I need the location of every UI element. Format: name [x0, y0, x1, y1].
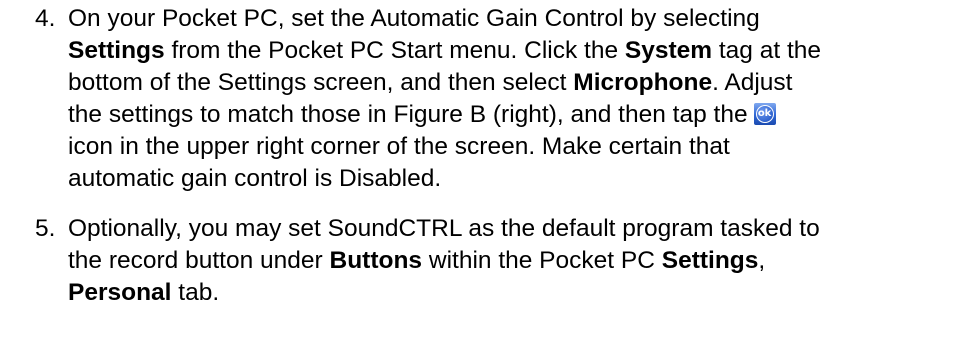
text-run: tag at the	[712, 37, 822, 64]
list-item-text: Optionally, you may set SoundCTRL as the…	[68, 213, 968, 309]
bold-term: Settings	[661, 247, 759, 274]
text-run: from the Pocket PC Start menu. Click the	[164, 37, 625, 64]
text-run: bottom of the Settings screen, and then …	[68, 69, 574, 96]
text-line: Optionally, you may set SoundCTRL as the…	[68, 213, 968, 245]
list-number: 5.	[35, 215, 56, 242]
text-run: automatic gain control is Disabled.	[68, 165, 442, 192]
bold-term: Personal	[68, 279, 172, 306]
text-run: the record button under	[68, 247, 330, 274]
text-line: On your Pocket PC, set the Automatic Gai…	[68, 3, 968, 35]
text-run: icon in the upper right corner of the sc…	[68, 133, 730, 160]
text-line: bottom of the Settings screen, and then …	[68, 67, 968, 99]
bold-term: Microphone	[573, 69, 713, 96]
text-run: On your Pocket PC, set the Automatic Gai…	[68, 5, 760, 32]
text-line: Personal tab.	[68, 277, 968, 309]
bold-term: Settings	[68, 37, 165, 64]
text-run: . Adjust	[712, 69, 793, 96]
text-run: tab.	[171, 279, 220, 306]
text-line: icon in the upper right corner of the sc…	[68, 131, 968, 163]
text-run: Optionally, you may set SoundCTRL as the…	[68, 215, 820, 242]
list-item-text: On your Pocket PC, set the Automatic Gai…	[68, 3, 968, 195]
list-number: 4.	[35, 5, 56, 32]
text-run: within the Pocket PC	[422, 247, 662, 274]
text-line: automatic gain control is Disabled.	[68, 163, 968, 195]
text-line: the settings to match those in Figure B …	[68, 99, 968, 131]
text-run: ,	[758, 247, 766, 274]
bold-term: Buttons	[329, 247, 423, 274]
ok-icon: ok	[753, 103, 776, 125]
text-line: the record button under Buttons within t…	[68, 245, 968, 277]
document-page: 4. On your Pocket PC, set the Automatic …	[0, 0, 969, 338]
bold-term: System	[624, 37, 713, 64]
text-line: Settings from the Pocket PC Start menu. …	[68, 35, 968, 67]
text-run: the settings to match those in Figure B …	[68, 101, 748, 128]
